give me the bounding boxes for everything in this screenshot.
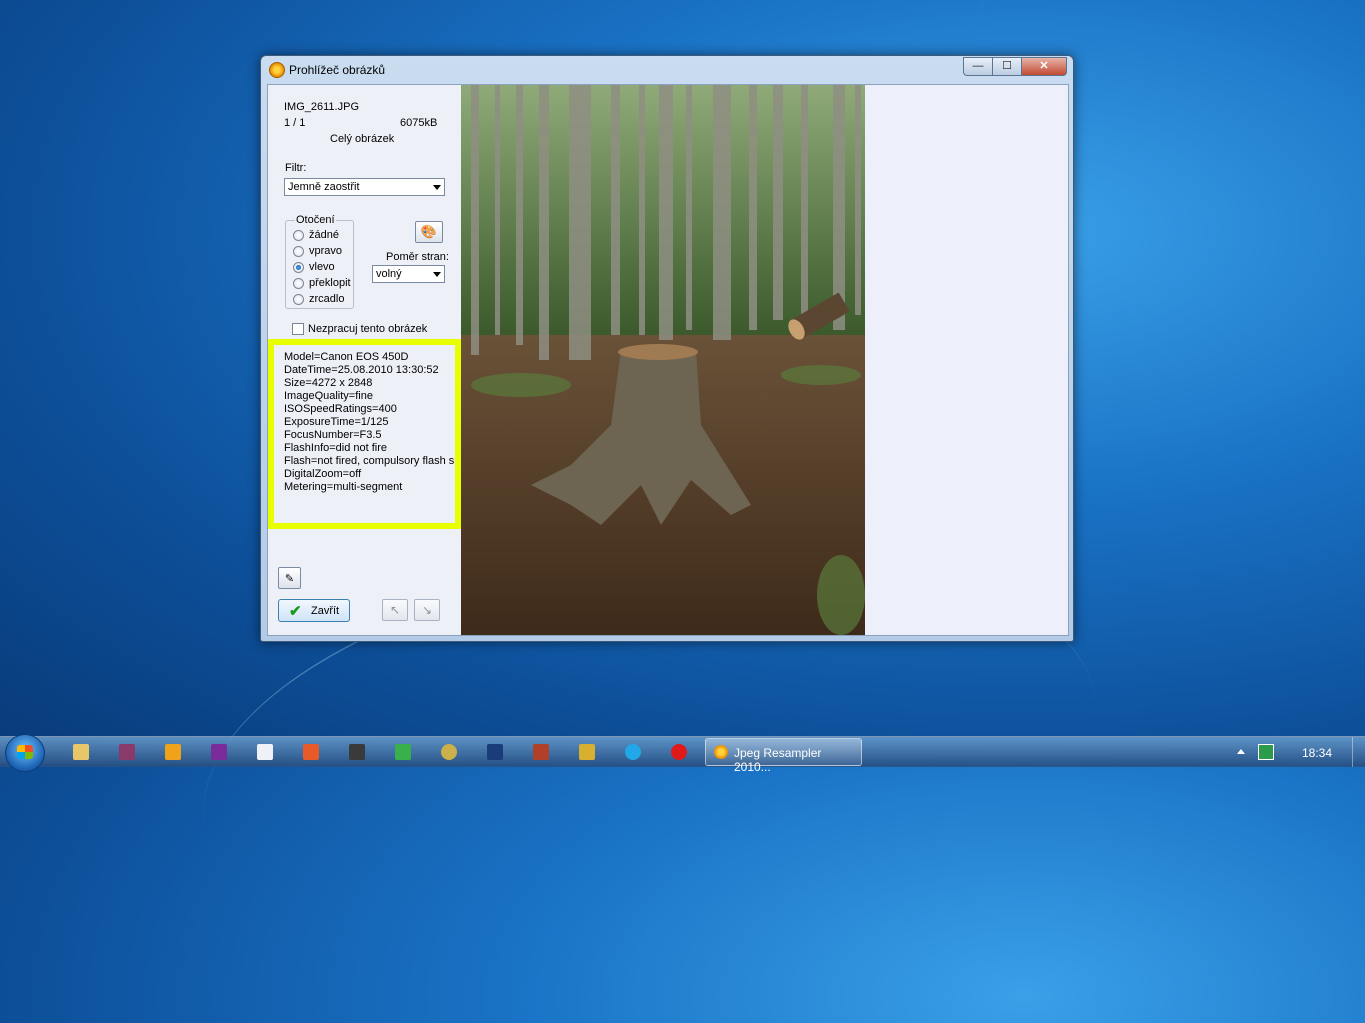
app-icon[interactable] [211,744,227,760]
checkmark-icon: ✔ [289,603,302,620]
exif-line: Metering=multi-segment [284,481,403,493]
filter-select[interactable]: Jemně zaostřit [284,178,445,196]
photoshop-icon[interactable] [487,744,503,760]
pencil-icon: ✎ [284,573,295,585]
aspect-ratio-label: Poměr stran: [386,251,449,263]
exif-line: ISOSpeedRatings=400 [284,403,397,415]
view-mode: Celý obrázek [330,133,395,145]
exif-info-box: Model=Canon EOS 450D DateTime=25.08.2010… [268,339,461,529]
app-icon[interactable] [303,744,319,760]
filter-label: Filtr: [285,162,307,174]
skip-image-label: Nezpracuj tento obrázek [308,323,428,335]
chevron-down-icon [433,185,441,190]
next-image-button[interactable]: ↘ [414,599,440,621]
aspect-ratio-select[interactable]: volný [372,265,445,283]
filter-select-value: Jemně zaostřit [288,181,360,193]
close-button[interactable]: ✔ Zavřít [278,599,350,622]
skip-image-checkbox[interactable] [292,323,304,335]
taskbar-active-label: Jpeg Resampler 2010... [734,746,822,774]
chevron-down-icon [433,272,441,277]
exif-line: Flash=not fired, compulsory flash sup [284,455,461,467]
skype-icon[interactable] [625,744,641,760]
calculator-icon[interactable] [349,744,365,760]
maximize-button[interactable]: ☐ [992,57,1022,76]
taskbar-active-window[interactable]: Jpeg Resampler 2010... [705,738,862,774]
window-title: Prohlížeč obrázků [289,63,386,77]
file-name: IMG_2611.JPG [284,101,359,113]
minimize-button[interactable]: — [963,57,993,76]
word-icon[interactable] [257,744,273,760]
tray-app-icon[interactable] [1258,744,1274,760]
exif-line: DateTime=25.08.2010 13:30:52 [284,364,439,376]
edit-info-button[interactable]: ✎ [278,567,301,589]
exif-line: DigitalZoom=off [284,468,362,480]
aspect-ratio-value: volný [376,268,402,280]
jpeg-resampler-icon[interactable] [441,744,457,760]
arrow-pointer-icon: ↘ [421,603,433,617]
exif-line: Model=Canon EOS 450D [284,351,409,363]
rotation-radio-none[interactable] [293,230,304,241]
window-controls: — ☐ ✕ [963,57,1067,76]
color-adjust-button[interactable]: 🎨 [415,221,443,243]
rotation-label-flip: překlopit [309,277,351,289]
rotation-radio-flip[interactable] [293,278,304,289]
rotation-radio-mirror[interactable] [293,294,304,305]
media-player-icon[interactable] [165,744,181,760]
app-icon[interactable] [533,744,549,760]
app-sun-icon [269,62,285,78]
exif-line: FlashInfo=did not fire [284,442,388,454]
close-window-button[interactable]: ✕ [1021,57,1067,76]
taskbar: Jpeg Resampler 2010... 18:34 [0,734,1365,774]
forest-photo [461,85,865,635]
file-size: 6075kB [400,117,438,129]
preview-background [865,85,1068,635]
tray-expand-icon[interactable] [1237,749,1245,754]
app-icon[interactable] [395,744,411,760]
start-button[interactable] [5,734,45,772]
rotation-radio-left[interactable] [293,262,304,273]
rotation-label-right: vpravo [309,245,343,257]
close-button-label: Zavřít [311,605,340,617]
app-icon[interactable] [579,744,595,760]
exif-line: Size=4272 x 2848 [284,377,373,389]
rotation-radio-right[interactable] [293,246,304,257]
windows-logo-icon [17,745,33,759]
rotation-label-mirror: zrcadlo [309,293,345,305]
title-bar[interactable]: Prohlížeč obrázků — ☐ ✕ [261,56,1073,84]
save-icon[interactable] [119,744,135,760]
file-index: 1 / 1 [284,117,306,129]
settings-panel: IMG_2611.JPG 1 / 1 6075kB Celý obrázek F… [268,85,461,635]
exif-line: FocusNumber=F3.5 [284,429,382,441]
exif-line: ExposureTime=1/125 [284,416,389,428]
explorer-icon[interactable] [73,744,89,760]
show-desktop-button[interactable] [1352,737,1365,767]
jpeg-resampler-icon [714,745,728,759]
image-preview [461,85,865,635]
rotation-legend: Otočení [295,214,336,226]
rotation-label-left: vlevo [309,261,335,273]
arrow-pointer-icon: ↖ [389,603,401,617]
previous-image-button[interactable]: ↖ [382,599,408,621]
opera-icon[interactable] [671,744,687,760]
rotation-label-none: žádné [309,229,339,241]
palette-icon: 🎨 [420,224,438,239]
image-viewer-window: Prohlížeč obrázků — ☐ ✕ IMG_2611.JPG 1 /… [260,55,1074,642]
exif-line: ImageQuality=fine [284,390,373,402]
clock[interactable]: 18:34 [1302,746,1332,760]
window-client-area: IMG_2611.JPG 1 / 1 6075kB Celý obrázek F… [267,84,1069,636]
